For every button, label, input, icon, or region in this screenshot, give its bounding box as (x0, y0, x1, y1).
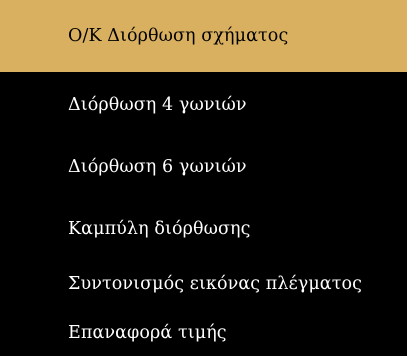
menu-item-shape-correction-toggle[interactable]: Ο/Κ Διόρθωση σχήματος (0, 0, 407, 72)
menu-item-4-corner-correction[interactable]: Διόρθωση 4 γωνιών (0, 76, 407, 134)
settings-menu: Ο/Κ Διόρθωση σχήματος Διόρθωση 4 γωνιών … (0, 0, 407, 356)
menu-item-curve-correction[interactable]: Καμπύλη διόρθωσης (0, 200, 407, 258)
menu-item-reset-value[interactable]: Επαναφορά τιμής (0, 304, 407, 356)
menu-item-6-corner-correction[interactable]: Διόρθωση 6 γωνιών (0, 138, 407, 196)
